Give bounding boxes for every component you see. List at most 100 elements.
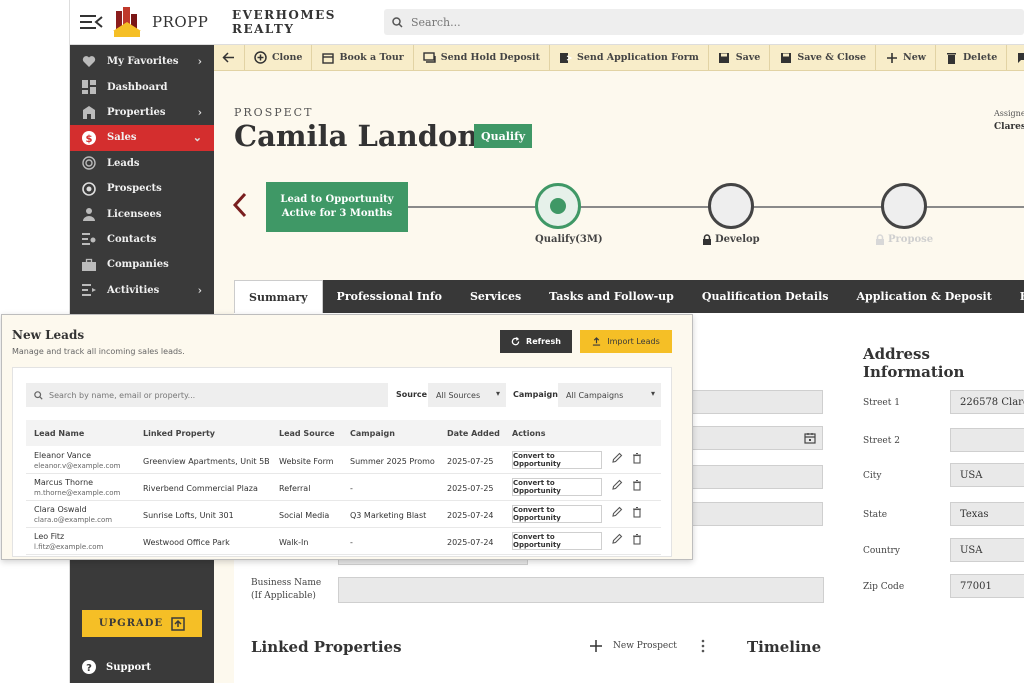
table-row: Marcus Thorne m.thorne@example.com Riverbe…: [26, 474, 661, 501]
chevron-right-icon: ›: [197, 283, 202, 297]
new-prospect-button[interactable]: New Prospect: [589, 639, 705, 653]
convert-to-opportunity-button[interactable]: Convert to Opportunity: [512, 451, 602, 469]
pipeline-box-line1: Lead to Opportunity: [280, 194, 394, 205]
record-type-label: PROSPECT: [234, 106, 314, 119]
more-options-icon[interactable]: [701, 639, 705, 653]
toolbar-back-button[interactable]: [222, 45, 245, 70]
leads-title: New Leads: [12, 328, 85, 342]
lead-campaign: Q3 Marketing Blast: [350, 511, 427, 520]
briefcase-icon: [82, 258, 96, 272]
stage-qualify-dot[interactable]: [535, 183, 581, 229]
sidebar-item-my-favorites[interactable]: My Favorites ›: [70, 49, 214, 74]
toolbar-book-a-tour-button[interactable]: Book a Tour: [312, 45, 414, 70]
sidebar-item-label: Sales: [107, 132, 137, 144]
toolbar-label: Send Hold Deposit: [440, 52, 541, 63]
edit-icon[interactable]: [611, 506, 623, 518]
lead-property: Greenview Apartments, Unit 5B: [143, 457, 270, 466]
summary-field[interactable]: [688, 390, 823, 414]
upgrade-icon: [171, 616, 185, 631]
tab-services[interactable]: Services: [456, 280, 535, 313]
date-field[interactable]: [688, 426, 823, 450]
edit-icon[interactable]: [611, 479, 623, 491]
summary-field[interactable]: [688, 465, 823, 489]
street-1-field[interactable]: 226578 Clareit: [950, 390, 1024, 414]
source-filter-select[interactable]: All Sources ▾: [428, 383, 506, 407]
top-header: EVERHOMES REALTY Search...: [214, 0, 1024, 45]
toolbar-send-text-button[interactable]: Send Text: [1007, 45, 1024, 70]
trash-icon[interactable]: [631, 533, 643, 545]
toolbar-send-application-form-button[interactable]: Send Application Form: [550, 45, 709, 70]
campaign-filter-select[interactable]: All Campaigns ▾: [558, 383, 661, 407]
sidebar-item-dashboard[interactable]: Dashboard: [70, 74, 214, 99]
country-field[interactable]: USA: [950, 538, 1024, 562]
stage-propose-dot[interactable]: [881, 183, 927, 229]
stage-develop-dot[interactable]: [708, 183, 754, 229]
convert-to-opportunity-button[interactable]: Convert to Opportunity: [512, 505, 602, 523]
tab-application-deposit[interactable]: Application & Deposit: [842, 280, 1005, 313]
toolbar-clone-button[interactable]: Clone: [245, 45, 313, 70]
business-name-input[interactable]: [338, 577, 824, 603]
menu-collapse-icon[interactable]: [80, 14, 103, 30]
convert-to-opportunity-button[interactable]: Convert to Opportunity: [512, 478, 602, 496]
refresh-button[interactable]: Refresh: [500, 330, 572, 353]
import-leads-button[interactable]: Import Leads: [580, 330, 672, 353]
sidebar-item-label: Companies: [107, 259, 169, 271]
timeline-title: Timeline: [747, 638, 822, 656]
sidebar-item-leads[interactable]: Leads: [70, 151, 214, 176]
business-name-label: Business Name (If Applicable): [251, 577, 321, 603]
person-icon: [82, 207, 96, 222]
convert-to-opportunity-button[interactable]: Convert to Opportunity: [512, 532, 602, 550]
toolbar-save-close-button[interactable]: Save & Close: [770, 45, 877, 70]
toolbar-delete-button[interactable]: Delete: [936, 45, 1008, 70]
tab-referrals[interactable]: Referrals: [1006, 280, 1024, 313]
tab-tasks-and-follow-up[interactable]: Tasks and Follow-up: [535, 280, 688, 313]
state-field[interactable]: Texas: [950, 502, 1024, 526]
lead-email: l.fitz@example.com: [34, 543, 104, 551]
leads-search-input[interactable]: Search by name, email or property...: [26, 383, 388, 407]
trash-icon[interactable]: [631, 452, 643, 464]
sidebar-item-contacts[interactable]: Contacts: [70, 227, 214, 252]
stage-qualify-label: Qualify(3M): [535, 234, 603, 245]
upgrade-button[interactable]: UPGRADE: [82, 610, 202, 637]
sidebar-item-properties[interactable]: Properties ›: [70, 100, 214, 125]
street-2-field[interactable]: [950, 428, 1024, 452]
city-label: City: [863, 471, 882, 481]
global-search[interactable]: Search...: [384, 9, 1024, 35]
toolbar-label: Save: [735, 52, 761, 63]
source-filter-value: All Sources: [436, 390, 481, 400]
toolbar-label: Send Application Form: [577, 52, 699, 63]
city-field[interactable]: USA: [950, 463, 1024, 487]
toolbar-send-hold-deposit-button[interactable]: Send Hold Deposit: [414, 45, 551, 70]
chevron-down-icon: ▾: [495, 389, 500, 398]
lead-property: Westwood Office Park: [143, 538, 230, 547]
toolbar-save-button[interactable]: Save: [709, 45, 771, 70]
brand-bar: PROPP: [70, 0, 214, 45]
sidebar-item-prospects[interactable]: Prospects: [70, 176, 214, 201]
lead-date: 2025-07-25: [447, 484, 494, 493]
sidebar-item-licensees[interactable]: Licensees: [70, 201, 214, 226]
action-toolbar: Clone Book a Tour Send Hold Deposit Send Ap…: [214, 45, 1024, 71]
sidebar-item-sales[interactable]: $ Sales ⌄: [70, 125, 214, 151]
toolbar-new-button[interactable]: New: [876, 45, 936, 70]
pipeline-back-icon[interactable]: [232, 192, 248, 225]
trash-icon[interactable]: [631, 506, 643, 518]
sidebar-item-activities[interactable]: Activities ›: [70, 278, 214, 303]
tab-summary[interactable]: Summary: [234, 280, 323, 313]
summary-field[interactable]: [688, 502, 823, 526]
search-icon: [34, 390, 43, 400]
zip-code-field[interactable]: 77001: [950, 574, 1024, 598]
sidebar-item-label: Licensees: [107, 208, 162, 220]
save-close-icon: [779, 51, 792, 64]
trash-icon[interactable]: [631, 479, 643, 491]
tab-qualification-details[interactable]: Qualification Details: [688, 280, 843, 313]
support-link[interactable]: ? Support: [82, 660, 151, 674]
edit-icon[interactable]: [611, 452, 623, 464]
edit-icon[interactable]: [611, 533, 623, 545]
toolbar-label: Delete: [962, 52, 998, 63]
tab-professional-info[interactable]: Professional Info: [323, 280, 456, 313]
sidebar-item-companies[interactable]: Companies: [70, 252, 214, 277]
building-icon: [82, 105, 96, 120]
lead-email: m.thorne@example.com: [34, 489, 121, 497]
leads-search-placeholder: Search by name, email or property...: [49, 390, 196, 400]
help-icon: ?: [82, 660, 96, 674]
